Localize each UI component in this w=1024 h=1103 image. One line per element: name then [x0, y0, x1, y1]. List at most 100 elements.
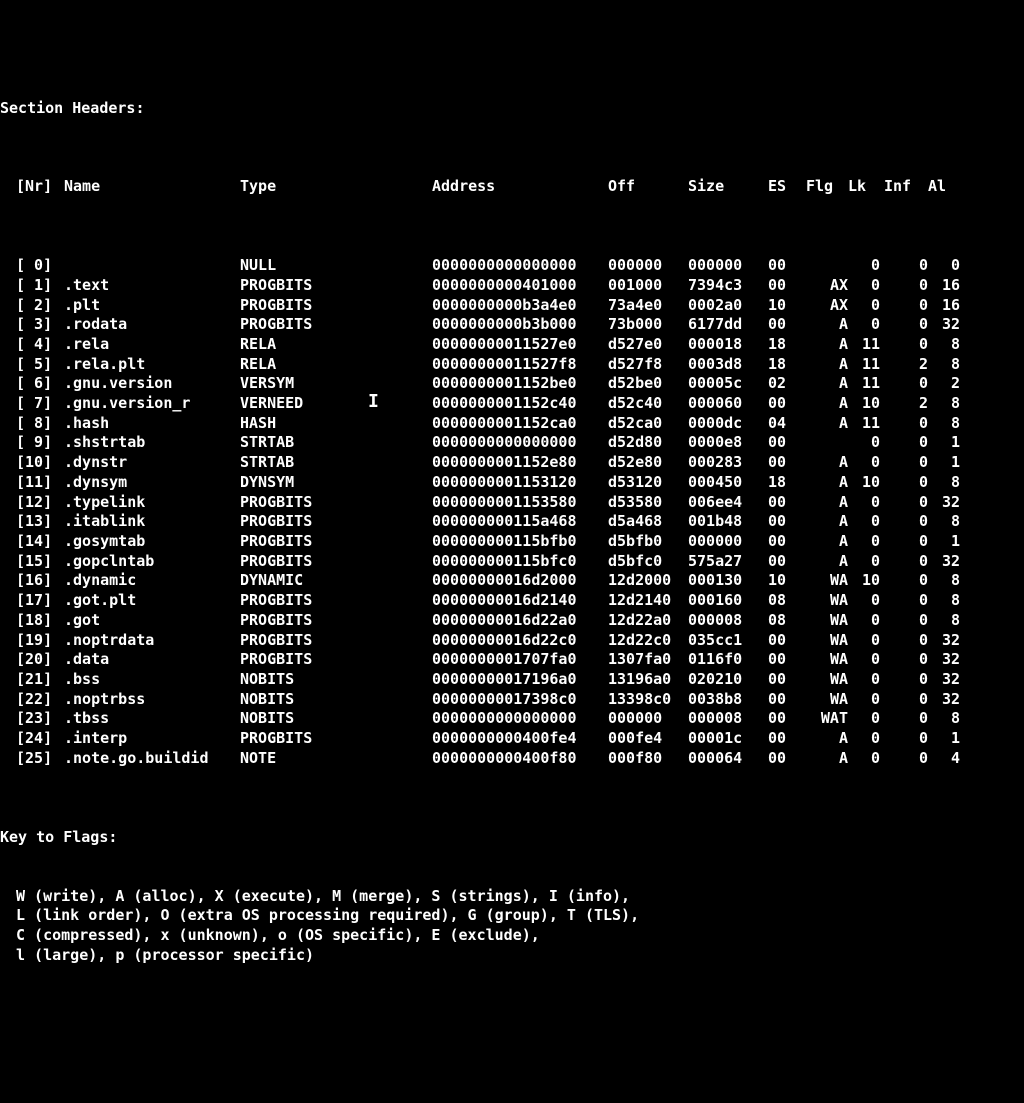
cell-type: HASH [240, 414, 432, 434]
cell-name: .plt [64, 296, 240, 316]
table-row: [15].gopclntabPROGBITS000000000115bfc0d5… [0, 552, 1024, 572]
cell-es: 00 [768, 532, 800, 552]
cell-inf: 0 [880, 453, 928, 473]
cell-flg: WA [800, 611, 848, 631]
cell-type: PROGBITS [240, 296, 432, 316]
col-al: Al [928, 177, 960, 197]
cell-nr: [ 5] [16, 355, 64, 375]
cell-name: .tbss [64, 709, 240, 729]
cell-flg: A [800, 394, 848, 414]
cell-type: PROGBITS [240, 650, 432, 670]
cell-type: STRTAB [240, 433, 432, 453]
table-row: [ 2].pltPROGBITS0000000000b3a4e073a4e000… [0, 296, 1024, 316]
cell-off: 13398c0 [608, 690, 688, 710]
cell-lk: 0 [848, 315, 880, 335]
cell-al: 4 [928, 749, 960, 769]
cell-lk: 10 [848, 571, 880, 591]
table-row: [18].gotPROGBITS00000000016d22a012d22a00… [0, 611, 1024, 631]
cell-lk: 0 [848, 433, 880, 453]
cell-inf: 0 [880, 690, 928, 710]
cell-inf: 2 [880, 394, 928, 414]
table-row: [23].tbssNOBITS0000000000000000000000000… [0, 709, 1024, 729]
cell-name: .dynstr [64, 453, 240, 473]
section-headers-title: Section Headers: [0, 99, 1024, 119]
cell-flg: A [800, 749, 848, 769]
cell-nr: [ 0] [16, 256, 64, 276]
cell-type: NOBITS [240, 690, 432, 710]
cell-nr: [ 6] [16, 374, 64, 394]
cell-es: 00 [768, 650, 800, 670]
table-row: [ 9].shstrtabSTRTAB0000000000000000d52d8… [0, 433, 1024, 453]
cell-size: 000130 [688, 571, 768, 591]
cell-flg: A [800, 532, 848, 552]
cell-es: 02 [768, 374, 800, 394]
cell-inf: 0 [880, 315, 928, 335]
cell-es: 00 [768, 670, 800, 690]
cell-flg: A [800, 335, 848, 355]
cell-al: 8 [928, 335, 960, 355]
cell-addr: 0000000001152e80 [432, 453, 608, 473]
cell-es: 00 [768, 276, 800, 296]
cell-inf: 0 [880, 276, 928, 296]
cell-nr: [12] [16, 493, 64, 513]
cell-type: VERNEED [240, 394, 432, 414]
cell-nr: [ 8] [16, 414, 64, 434]
cell-es: 08 [768, 611, 800, 631]
cell-off: 12d22a0 [608, 611, 688, 631]
cell-off: d5bfb0 [608, 532, 688, 552]
terminal-output[interactable]: Section Headers: [Nr]NameTypeAddressOffS… [0, 59, 1024, 985]
cell-addr: 0000000000400f80 [432, 749, 608, 769]
cell-flg: A [800, 552, 848, 572]
table-row: [ 5].rela.pltRELA00000000011527f8d527f80… [0, 355, 1024, 375]
cell-es: 18 [768, 473, 800, 493]
cell-off: 000f80 [608, 749, 688, 769]
cell-name: .dynamic [64, 571, 240, 591]
cell-addr: 0000000001153580 [432, 493, 608, 513]
cell-type: RELA [240, 335, 432, 355]
cell-size: 000000 [688, 532, 768, 552]
cell-flg [800, 256, 848, 276]
table-row: [13].itablinkPROGBITS000000000115a468d5a… [0, 512, 1024, 532]
cell-flg: WA [800, 631, 848, 651]
cell-name: .rela.plt [64, 355, 240, 375]
col-lk: Lk [848, 177, 880, 197]
cell-nr: [21] [16, 670, 64, 690]
cell-addr: 0000000000000000 [432, 433, 608, 453]
cell-inf: 0 [880, 296, 928, 316]
cell-flg: A [800, 374, 848, 394]
table-row: [21].bssNOBITS00000000017196a013196a0020… [0, 670, 1024, 690]
table-row: [ 1].textPROGBITS00000000004010000010007… [0, 276, 1024, 296]
cell-addr: 00000000016d22a0 [432, 611, 608, 631]
cell-name: .itablink [64, 512, 240, 532]
cell-lk: 11 [848, 374, 880, 394]
cell-al: 2 [928, 374, 960, 394]
cell-name: .rodata [64, 315, 240, 335]
cell-lk: 0 [848, 729, 880, 749]
cell-type: NOTE [240, 749, 432, 769]
cell-al: 8 [928, 473, 960, 493]
cell-flg: A [800, 493, 848, 513]
cell-nr: [ 1] [16, 276, 64, 296]
cell-off: 000000 [608, 256, 688, 276]
cell-flg: A [800, 473, 848, 493]
cell-addr: 00000000017196a0 [432, 670, 608, 690]
cell-type: NOBITS [240, 670, 432, 690]
cell-inf: 0 [880, 650, 928, 670]
cell-off: d52c40 [608, 394, 688, 414]
cell-al: 8 [928, 709, 960, 729]
table-header: [Nr]NameTypeAddressOffSizeESFlgLkInfAl [0, 177, 1024, 197]
cell-addr: 0000000000401000 [432, 276, 608, 296]
cell-al: 8 [928, 571, 960, 591]
cell-type: PROGBITS [240, 729, 432, 749]
cell-nr: [ 3] [16, 315, 64, 335]
cell-off: d52be0 [608, 374, 688, 394]
cell-inf: 0 [880, 631, 928, 651]
cell-type: STRTAB [240, 453, 432, 473]
cell-name: .text [64, 276, 240, 296]
table-row: [ 0]NULL00000000000000000000000000000000… [0, 256, 1024, 276]
cell-es: 00 [768, 256, 800, 276]
cell-addr: 0000000000b3a4e0 [432, 296, 608, 316]
cell-addr: 000000000115a468 [432, 512, 608, 532]
cell-size: 000450 [688, 473, 768, 493]
cell-type: PROGBITS [240, 631, 432, 651]
